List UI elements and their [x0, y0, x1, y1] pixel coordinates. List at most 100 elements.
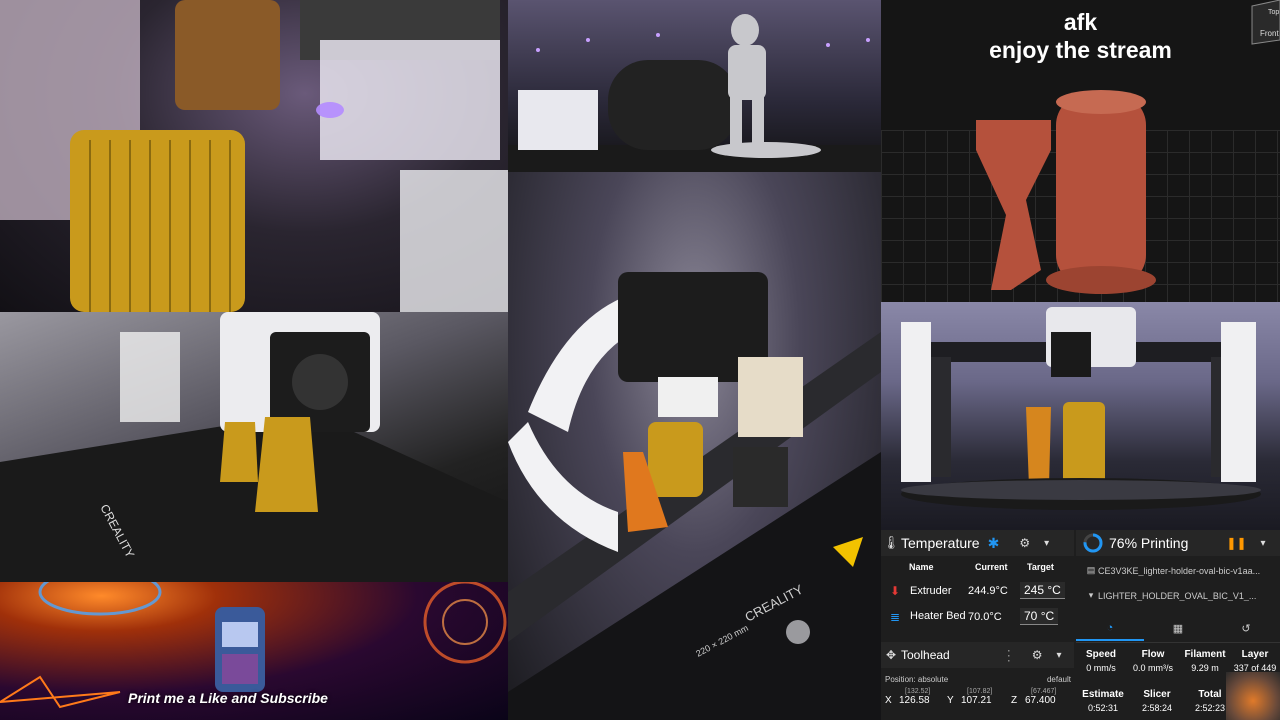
status-panel: 76% Printing ❚❚ ▾ ▤ CE3V3KE_lighter-hold… [1076, 530, 1280, 720]
nozzle-icon: ▾ [1088, 590, 1094, 600]
heater-bed-icon: ≣ [889, 609, 901, 624]
extruder-current: 244.9°C [968, 584, 1008, 597]
speedometer-icon[interactable]: ◔ [1076, 617, 1144, 641]
time-slicer-label: Slicer [1143, 689, 1171, 700]
temperature-row: ≣ Heater Bed 70.0°C 70 °C [885, 608, 1074, 625]
shelf-scene [508, 14, 881, 172]
axis-x[interactable]: [132.52] X 126.58 [885, 688, 947, 706]
status-tabs: ◔ ▦ ↺ [1076, 616, 1280, 643]
extruder-name: Extruder [910, 584, 952, 597]
axis-z-value[interactable]: 67.400 [1025, 695, 1056, 706]
column-target: Target [1027, 562, 1054, 572]
move-icon: ✥ [885, 648, 897, 662]
chevron-down-icon[interactable]: ▾ [1044, 538, 1049, 549]
toolhead-title: Toolhead [901, 648, 950, 662]
overlay-line-2: enjoy the stream [989, 37, 1172, 63]
temperature-panel: 🌡 Temperature ✱ ⚙ ▾ Name Current Target … [881, 530, 1074, 720]
temperature-columns: Name Current Target [909, 562, 1069, 572]
print-thumbnail [1226, 672, 1280, 720]
stat-speed-label: Speed [1085, 649, 1116, 660]
stat-filament-value: 9.29 m [1191, 663, 1219, 673]
menu-dots-icon[interactable]: ⋮ [1002, 647, 1016, 664]
extruder-target-input[interactable]: 245 °C [1020, 582, 1065, 599]
banner-text: Print me a Like and Subscribe [128, 690, 328, 706]
extruder-target-value[interactable]: 245 [1024, 583, 1044, 597]
camera-feed-side: CREALITY [0, 312, 508, 582]
time-slicer-value: 2:58:24 [1141, 703, 1173, 713]
gear-icon[interactable]: ⚙ [1032, 648, 1043, 662]
time-estimate-value: 0:52:31 [1087, 703, 1119, 713]
mode-label[interactable]: default [1047, 675, 1071, 684]
axis-z-label: Z [1011, 695, 1018, 706]
nozzle-scene [0, 0, 508, 312]
times-row: Estimate 0:52:31 Slicer 2:58:24 Total 2:… [1076, 689, 1236, 713]
side-scene: CREALITY [0, 312, 508, 582]
toolhead-header: ✥ Toolhead ⋮ ⚙ ▾ [881, 642, 1074, 668]
pause-icon[interactable]: ❚❚ [1226, 536, 1246, 550]
snowflake-icon[interactable]: ✱ [988, 535, 1000, 552]
progress-ring [1083, 533, 1103, 553]
column-name: Name [909, 562, 934, 572]
axis-x-label: X [885, 695, 892, 706]
bed-current: 70.0°C [968, 610, 1002, 623]
extruder-target-unit: °C [1047, 583, 1061, 597]
camera-feed-toolhead: CREALITY 220 × 220 mm [508, 172, 881, 720]
printer-dashboard: 🌡 Temperature ✱ ⚙ ▾ Name Current Target … [881, 530, 1280, 720]
stat-filament: Filament 9.29 m [1180, 649, 1230, 673]
view-cube-front[interactable]: Front [1260, 29, 1279, 38]
column-current: Current [975, 562, 1008, 572]
axis-x-requested: [132.52] [905, 688, 931, 695]
file-row: ▤ CE3V3KE_lighter-holder-oval-bic-v1aa..… [1084, 565, 1278, 576]
status-header: 76% Printing ❚❚ ▾ [1076, 530, 1280, 556]
axis-z[interactable]: [67.467] Z 67.400 [1011, 688, 1073, 706]
chevron-down-icon[interactable]: ▾ [1056, 650, 1061, 661]
document-icon[interactable]: ▦ [1144, 618, 1212, 640]
slicer-preview: afk enjoy the stream Top Front [881, 0, 1280, 302]
stat-filament-label: Filament [1184, 649, 1226, 660]
camera-feed-nozzle [0, 0, 508, 312]
thermometer-icon: 🌡 [882, 535, 900, 550]
stat-layer: Layer 337 of 449 [1230, 649, 1280, 673]
view-cube[interactable]: Top Front [1246, 0, 1280, 46]
position-label: Position: absolute [885, 675, 949, 684]
bed-target-input[interactable]: 70 °C [1020, 608, 1059, 625]
file-row: ▾ LIGHTER_HOLDER_OVAL_BIC_V1_... [1084, 590, 1278, 601]
axis-y-value[interactable]: 107.21 [961, 695, 992, 706]
afk-overlay: afk enjoy the stream [881, 8, 1280, 64]
view-cube-top[interactable]: Top [1268, 9, 1279, 16]
camera-feed-shelf [508, 0, 881, 172]
file-name-gcode: CE3V3KE_lighter-holder-oval-bic-v1aa... [1098, 565, 1261, 576]
stat-flow: Flow 0.0 mm³/s [1126, 649, 1180, 673]
nozzle-icon: ⬇ [889, 583, 901, 598]
stat-layer-label: Layer [1241, 649, 1269, 660]
axes-row: [132.52] X 126.58 [107.82] Y 107.21 [67.46… [885, 688, 1074, 706]
toolhead-scene: CREALITY 220 × 220 mm [508, 272, 881, 720]
bed-name: Heater Bed [910, 610, 966, 622]
axis-z-requested: [67.467] [1031, 688, 1057, 695]
bed-target-value[interactable]: 70 [1024, 609, 1037, 623]
gear-icon[interactable]: ⚙ [1019, 536, 1030, 550]
time-estimate: Estimate 0:52:31 [1076, 689, 1130, 713]
axis-x-value[interactable]: 126.58 [899, 695, 930, 706]
position-row: Position: absolute default [885, 675, 1071, 684]
file-name-object: LIGHTER_HOLDER_OVAL_BIC_V1_... [1098, 590, 1257, 601]
file-icon: ▤ [1086, 565, 1096, 575]
temperature-header: 🌡 Temperature ✱ ⚙ ▾ [881, 530, 1074, 556]
stats-row: Speed 0 mm/s Flow 0.0 mm³/s Filament 9.2… [1076, 649, 1280, 673]
camera-feed-front [881, 302, 1280, 530]
subscribe-banner: Print me a Like and Subscribe [0, 582, 508, 720]
front-scene [901, 307, 1261, 510]
bed-target-unit: °C [1040, 609, 1055, 623]
status-title: 76% Printing [1109, 535, 1189, 551]
chevron-down-icon[interactable]: ▾ [1261, 538, 1266, 549]
axis-y[interactable]: [107.82] Y 107.21 [947, 688, 1011, 706]
history-icon[interactable]: ↺ [1212, 618, 1280, 640]
axis-y-requested: [107.82] [967, 688, 993, 695]
stat-speed-value: 0 mm/s [1086, 663, 1116, 673]
time-slicer: Slicer 2:58:24 [1130, 689, 1184, 713]
stat-flow-value: 0.0 mm³/s [1132, 663, 1173, 673]
temperature-row: ⬇ Extruder 244.9°C 245 °C [885, 582, 1074, 599]
stat-flow-label: Flow [1141, 649, 1165, 660]
time-estimate-label: Estimate [1082, 689, 1124, 700]
axis-y-label: Y [947, 695, 954, 706]
